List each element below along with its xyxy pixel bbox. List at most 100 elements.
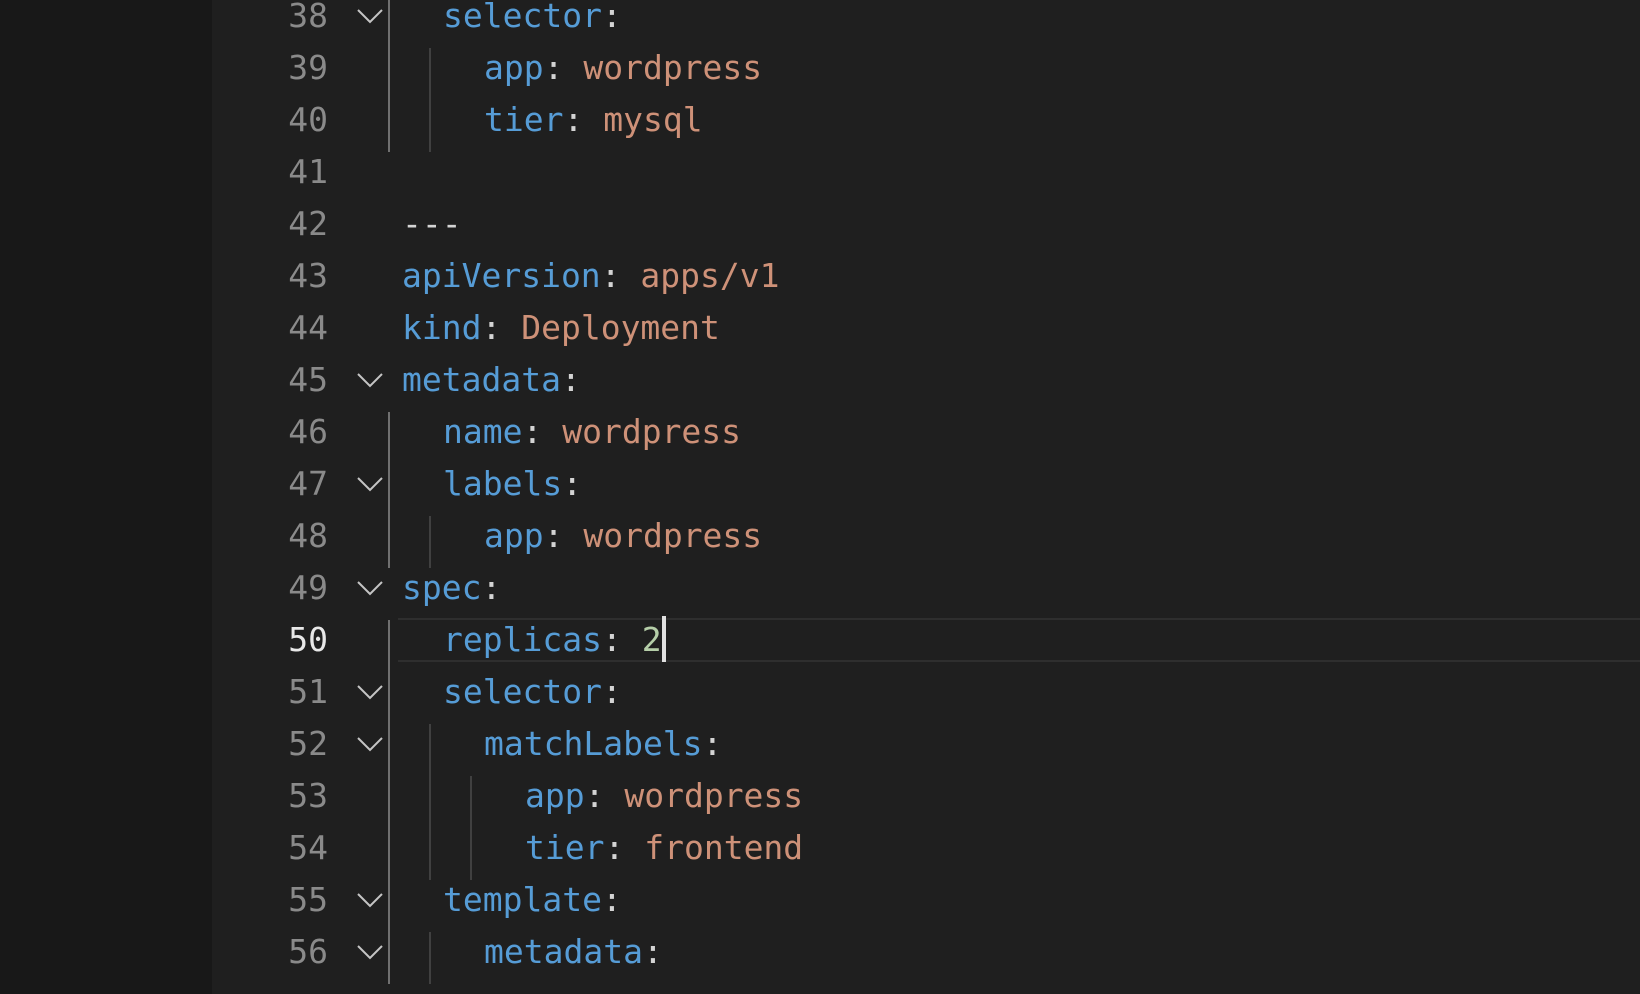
code-text: metadata: [484, 932, 663, 984]
line-number: 38 [288, 0, 328, 35]
code-line[interactable]: 46 name: wordpress [212, 412, 1640, 464]
code-line[interactable]: 48 app: wordpress [212, 516, 1640, 568]
yaml-key: app [484, 516, 544, 555]
chevron-down-icon[interactable] [356, 366, 384, 394]
yaml-colon: : [563, 100, 584, 139]
yaml-colon: : [642, 932, 663, 971]
code-text: app: wordpress [484, 516, 762, 568]
code-text: --- [402, 204, 462, 256]
chevron-down-icon[interactable] [356, 574, 384, 602]
yaml-value: wordpress [542, 412, 742, 451]
yaml-colon: : [543, 516, 564, 555]
code-line[interactable]: 53 app: wordpress [212, 776, 1640, 828]
indent-guide [388, 620, 390, 984]
yaml-colon: : [601, 880, 622, 919]
yaml-key: template [443, 880, 602, 919]
code-line[interactable]: 38 selector: [212, 0, 1640, 48]
chevron-down-icon[interactable] [356, 730, 384, 758]
code-line[interactable]: 56 metadata: [212, 932, 1640, 984]
line-number: 54 [288, 828, 328, 867]
code-line[interactable]: 44 kind: Deployment [212, 308, 1640, 360]
code-line[interactable]: 45 metadata: [212, 360, 1640, 412]
yaml-colon: : [604, 828, 625, 867]
chevron-down-icon[interactable] [356, 2, 384, 30]
yaml-key: metadata [402, 360, 561, 399]
code-text: tier: frontend [525, 828, 803, 880]
yaml-key: app [525, 776, 585, 815]
yaml-value: 2 [621, 620, 662, 659]
indent-guide [429, 932, 431, 984]
yaml-value: wordpress [563, 48, 763, 87]
chevron-down-icon[interactable] [356, 938, 384, 966]
line-number: 47 [288, 464, 328, 503]
chevron-down-icon[interactable] [356, 470, 384, 498]
yaml-colon: : [522, 412, 543, 451]
code-text: app: wordpress [484, 48, 762, 100]
indent-guide [388, 412, 390, 568]
yaml-key: name [443, 412, 523, 451]
line-number: 55 [288, 880, 328, 919]
yaml-value: apps/v1 [620, 256, 780, 295]
line-number: 40 [288, 100, 328, 139]
code-text: template: [443, 880, 622, 932]
yaml-value: Deployment [501, 308, 720, 347]
yaml-key: replicas [443, 620, 602, 659]
yaml-key: selector [443, 0, 602, 35]
yaml-colon: : [543, 48, 564, 87]
document-separator: --- [402, 204, 462, 243]
code-line[interactable]: 43 apiVersion: apps/v1 [212, 256, 1640, 308]
yaml-colon: : [600, 256, 621, 295]
indent-guide [429, 724, 431, 880]
code-line[interactable]: 50 replicas: 2 [212, 615, 1640, 672]
code-text: name: wordpress [443, 412, 741, 464]
yaml-key: tier [525, 828, 605, 867]
code-line[interactable]: 39 app: wordpress [212, 48, 1640, 100]
yaml-key: tier [484, 100, 564, 139]
code-line[interactable]: 41 [212, 152, 1640, 204]
code-text: kind: Deployment [402, 308, 720, 360]
code-text: app: wordpress [525, 776, 803, 828]
code-line[interactable]: 51 selector: [212, 672, 1640, 724]
code-text: replicas: 2 [443, 615, 666, 672]
yaml-key: labels [443, 464, 563, 503]
code-line[interactable]: 40 tier: mysql [212, 100, 1640, 152]
line-number: 41 [288, 152, 328, 191]
yaml-value: frontend [624, 828, 804, 867]
code-text: tier: mysql [484, 100, 703, 152]
yaml-colon: : [481, 308, 502, 347]
line-number: 53 [288, 776, 328, 815]
line-number: 42 [288, 204, 328, 243]
line-number: 46 [288, 412, 328, 451]
yaml-colon: : [601, 620, 622, 659]
code-line[interactable]: 52 matchLabels: [212, 724, 1640, 776]
code-editor[interactable]: 38 selector: 39 app: wordpress 40 tier: mysql… [212, 0, 1640, 994]
yaml-value: mysql [583, 100, 703, 139]
chevron-down-icon[interactable] [356, 886, 384, 914]
line-number: 51 [288, 672, 328, 711]
yaml-key: app [484, 48, 544, 87]
code-line[interactable]: 47 labels: [212, 464, 1640, 516]
code-text: selector: [443, 0, 622, 48]
yaml-colon: : [481, 568, 502, 607]
yaml-colon: : [584, 776, 605, 815]
code-text: apiVersion: apps/v1 [402, 256, 780, 308]
yaml-key: apiVersion [402, 256, 601, 295]
chevron-down-icon[interactable] [356, 678, 384, 706]
yaml-value: wordpress [604, 776, 804, 815]
code-text: matchLabels: [484, 724, 722, 776]
yaml-colon: : [601, 0, 622, 35]
code-line[interactable]: 49 spec: [212, 568, 1640, 620]
line-number: 43 [288, 256, 328, 295]
indent-guide [388, 0, 390, 152]
code-text: spec: [402, 568, 501, 620]
yaml-key: matchLabels [484, 724, 703, 763]
code-line[interactable]: 54 tier: frontend [212, 828, 1640, 880]
yaml-key: metadata [484, 932, 643, 971]
code-text: metadata: [402, 360, 581, 412]
line-number: 49 [288, 568, 328, 607]
code-line[interactable]: 55 template: [212, 880, 1640, 932]
yaml-key: kind [402, 308, 482, 347]
yaml-value: wordpress [563, 516, 763, 555]
code-text: labels: [443, 464, 582, 516]
code-line[interactable]: 42 --- [212, 204, 1640, 256]
